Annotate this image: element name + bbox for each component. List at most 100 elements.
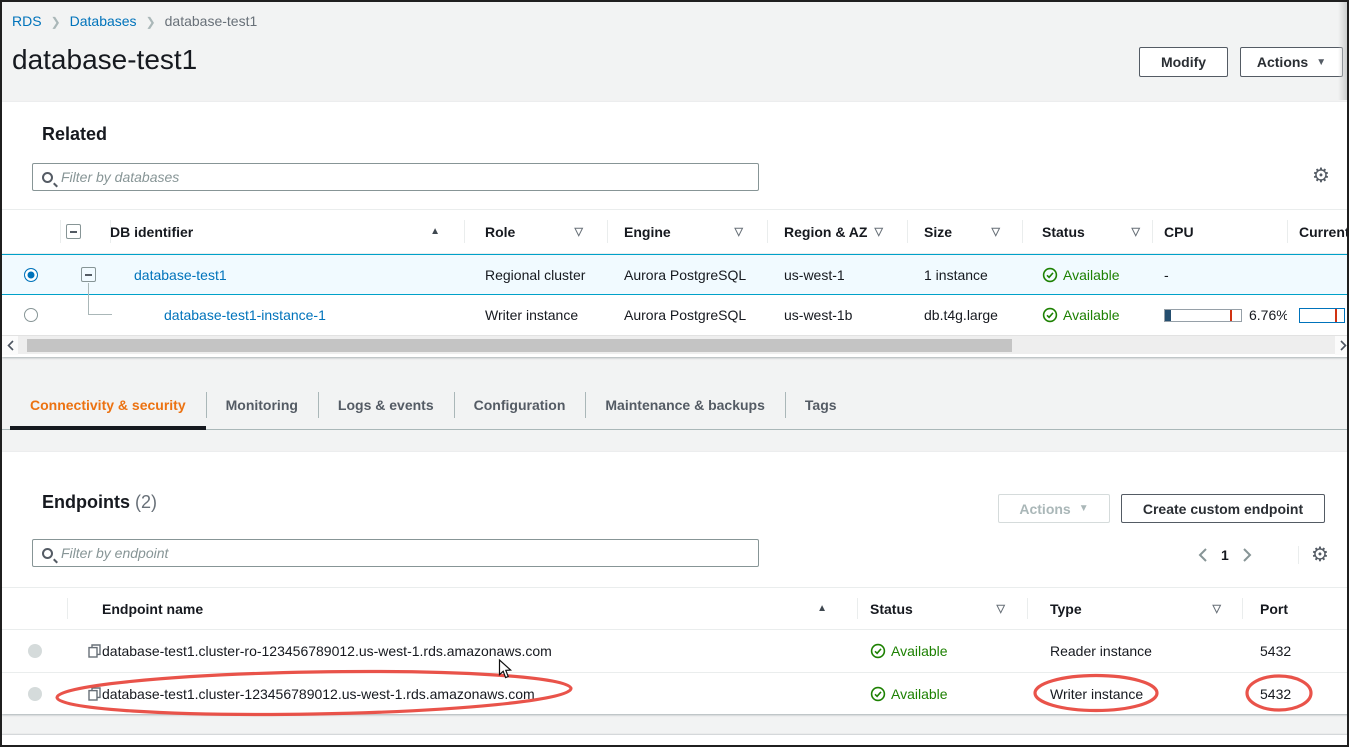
cpu-cell: 6.76% (1152, 295, 1287, 335)
sort-toggle-icon: ▽ (575, 225, 583, 238)
db-cluster-link[interactable]: database-test1 (134, 267, 227, 283)
size-header[interactable]: Size ▽ (907, 210, 1022, 253)
endpoint-type-cell: Writer instance (1027, 673, 1242, 714)
select-column (2, 588, 67, 629)
endpoint-status-cell: Available (857, 630, 1027, 672)
database-filter[interactable] (32, 163, 759, 191)
create-custom-endpoint-label: Create custom endpoint (1143, 501, 1303, 517)
current-activity-cell (1287, 255, 1349, 294)
sort-toggle-icon: ▽ (875, 225, 883, 238)
actions-button[interactable]: Actions ▼ (1240, 47, 1343, 77)
caret-down-icon: ▼ (1079, 503, 1089, 514)
table-row[interactable]: database-test1 Regional cluster Aurora P… (2, 254, 1349, 295)
select-all-column (2, 210, 60, 253)
endpoints-heading: Endpoints (2) (42, 492, 157, 513)
cpu-value: 6.76% (1249, 307, 1287, 323)
role-cell: Regional cluster (464, 255, 607, 294)
rds-console-screen: RDS❯Databases❯database-test1 database-te… (0, 0, 1349, 747)
endpoint-type-cell: Reader instance (1027, 630, 1242, 672)
pagination: 1 (1198, 545, 1252, 565)
endpoint-name-header[interactable]: Endpoint name ▲ (67, 588, 857, 629)
role-header[interactable]: Role ▽ (464, 210, 607, 253)
row-radio-disabled[interactable] (28, 687, 42, 701)
create-custom-endpoint-button[interactable]: Create custom endpoint (1121, 494, 1325, 523)
breadcrumb-current: database-test1 (165, 13, 258, 29)
copy-icon[interactable] (88, 644, 101, 658)
status-header-label: Status (1042, 224, 1085, 240)
previous-page-button[interactable] (1198, 548, 1207, 562)
window-edge-shadow (1338, 2, 1347, 100)
db-identifier-header[interactable]: DB identifier ▲ (110, 210, 464, 253)
endpoint-type-header[interactable]: Type ▽ (1027, 588, 1242, 629)
scroll-right-arrow[interactable] (1335, 336, 1349, 355)
region-az-header-label: Region & AZ (784, 224, 867, 240)
status-cell: Available (1022, 255, 1152, 294)
current-activity-bar (1299, 308, 1345, 323)
check-circle-icon (1042, 307, 1058, 323)
status-header[interactable]: Status ▽ (1022, 210, 1152, 253)
check-circle-icon (870, 686, 886, 702)
modify-button[interactable]: Modify (1139, 47, 1228, 77)
scrollbar-thumb[interactable] (27, 339, 1012, 352)
endpoint-port-cell: 5432 (1242, 630, 1349, 672)
horizontal-scrollbar[interactable] (2, 335, 1349, 354)
table-row[interactable]: database-test1.cluster-ro-123456789012.u… (2, 630, 1349, 673)
endpoint-filter[interactable] (32, 539, 759, 567)
size-cell: 1 instance (907, 255, 1022, 294)
next-section-edge (2, 735, 1349, 747)
modify-button-label: Modify (1161, 54, 1206, 70)
scroll-left-arrow[interactable] (2, 336, 18, 355)
copy-icon[interactable] (88, 687, 101, 701)
tab-configuration[interactable]: Configuration (454, 380, 586, 429)
page-title: database-test1 (12, 44, 197, 76)
gear-icon[interactable]: ⚙ (1311, 545, 1329, 565)
page-number[interactable]: 1 (1221, 547, 1229, 563)
row-radio[interactable] (24, 308, 38, 322)
endpoint-status-header-label: Status (870, 601, 913, 617)
endpoint-table-header: Endpoint name ▲ Status ▽ Type ▽ Port (2, 587, 1349, 630)
current-header[interactable]: Current (1287, 210, 1349, 253)
sort-toggle-icon: ▽ (992, 225, 1000, 238)
collapse-all-icon[interactable] (66, 224, 81, 239)
region-cell: us-west-1b (767, 295, 907, 335)
endpoints-actions-button-disabled[interactable]: Actions ▼ (998, 494, 1110, 523)
endpoint-status-header[interactable]: Status ▽ (857, 588, 1027, 629)
sort-toggle-icon: ▽ (997, 602, 1005, 615)
cpu-header[interactable]: CPU (1152, 210, 1287, 253)
row-radio-selected[interactable] (24, 268, 38, 282)
search-icon (42, 172, 53, 183)
caret-down-icon: ▼ (1316, 57, 1326, 68)
toolbar-divider (1298, 546, 1299, 564)
cpu-header-label: CPU (1164, 224, 1194, 240)
table-row[interactable]: database-test1-instance-1 Writer instanc… (2, 295, 1349, 335)
endpoint-filter-input[interactable] (61, 545, 758, 561)
tab-connectivity-security[interactable]: Connectivity & security (10, 380, 206, 429)
actions-button-label: Actions (1257, 54, 1308, 70)
endpoint-type-header-label: Type (1050, 601, 1082, 617)
next-page-button[interactable] (1243, 548, 1252, 562)
breadcrumb-separator: ❯ (146, 15, 156, 29)
tab-tags[interactable]: Tags (785, 380, 857, 429)
cpu-usage-bar (1164, 309, 1242, 322)
tab-monitoring[interactable]: Monitoring (206, 380, 318, 429)
table-row[interactable]: database-test1.cluster-123456789012.us-w… (2, 673, 1349, 714)
region-az-header[interactable]: Region & AZ ▽ (767, 210, 907, 253)
tab-logs-events[interactable]: Logs & events (318, 380, 454, 429)
tab-maintenance-backups[interactable]: Maintenance & backups (585, 380, 785, 429)
sort-toggle-icon: ▽ (1213, 602, 1221, 615)
breadcrumb-databases-link[interactable]: Databases (70, 13, 137, 29)
collapse-row-icon[interactable] (81, 267, 96, 282)
endpoints-actions-label: Actions (1019, 501, 1070, 517)
engine-header[interactable]: Engine ▽ (607, 210, 767, 253)
gear-icon[interactable]: ⚙ (1312, 166, 1330, 186)
db-table-header: DB identifier ▲ Role ▽ Engine ▽ Region &… (2, 209, 1349, 254)
db-instance-link[interactable]: database-test1-instance-1 (164, 307, 326, 323)
engine-cell: Aurora PostgreSQL (607, 255, 767, 294)
breadcrumb-rds-link[interactable]: RDS (12, 13, 42, 29)
database-filter-input[interactable] (61, 169, 758, 185)
sort-ascending-icon: ▲ (817, 603, 827, 614)
endpoint-port-header[interactable]: Port (1242, 588, 1349, 629)
breadcrumb: RDS❯Databases❯database-test1 (12, 13, 257, 29)
engine-header-label: Engine (624, 224, 671, 240)
row-radio-disabled[interactable] (28, 644, 42, 658)
